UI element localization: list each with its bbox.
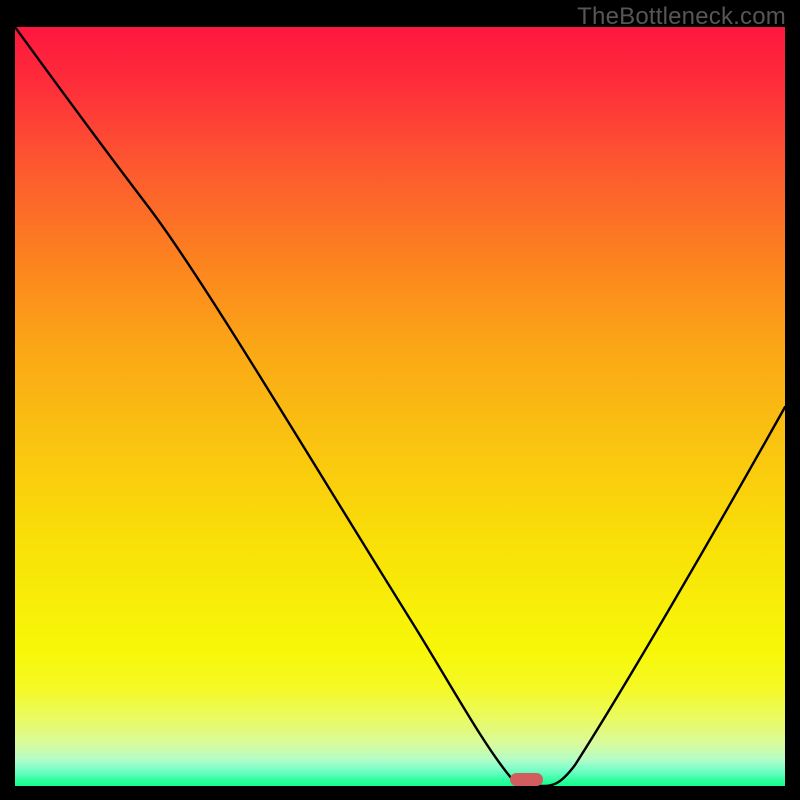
- bottleneck-curve-path: [15, 27, 785, 786]
- chart-frame: TheBottleneck.com: [0, 0, 800, 800]
- optimal-marker: [510, 773, 543, 786]
- plot-area: [15, 27, 785, 786]
- curve-svg: [15, 27, 785, 786]
